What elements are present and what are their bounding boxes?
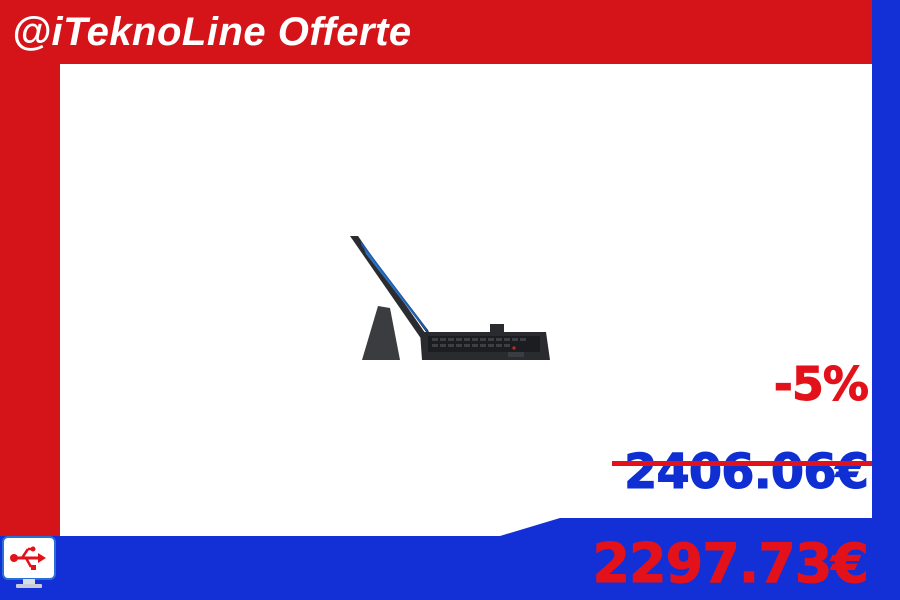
brand-title: @iTeknoLine Offerte [12,10,412,54]
right-blue-stripe [872,0,900,600]
usb-monitor-icon [2,536,56,588]
old-price: 2406.06€ [623,444,869,501]
discount-badge: -5% [773,357,869,412]
product-image [350,236,550,360]
left-red-stripe [0,64,60,536]
strikethrough-line [612,461,872,466]
new-price: 2297.73€ [592,532,870,596]
